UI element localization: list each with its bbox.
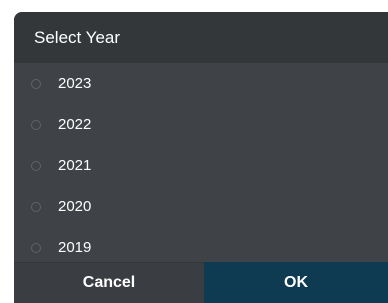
cancel-button[interactable]: Cancel <box>14 262 204 303</box>
year-option-2019[interactable]: 2019 <box>14 227 388 262</box>
dialog-header: Select Year <box>14 12 388 63</box>
year-option-label: 2023 <box>58 75 92 92</box>
year-option-label: 2020 <box>58 198 92 215</box>
ok-button[interactable]: OK <box>204 262 388 303</box>
year-option-label: 2022 <box>58 116 92 133</box>
radio-unchecked-icon[interactable] <box>31 201 41 212</box>
year-options-list[interactable]: 2023 2022 2021 2020 2019 <box>14 63 388 262</box>
year-option-label: 2019 <box>58 239 92 256</box>
year-option-2023[interactable]: 2023 <box>14 63 388 104</box>
select-year-dialog: Select Year 2023 2022 2021 2020 2019 Can… <box>14 12 388 303</box>
dialog-footer: Cancel OK <box>14 262 388 303</box>
radio-unchecked-icon[interactable] <box>31 78 41 89</box>
dialog-title: Select Year <box>34 27 121 47</box>
radio-unchecked-icon[interactable] <box>31 119 41 130</box>
year-option-2020[interactable]: 2020 <box>14 186 388 227</box>
year-option-2022[interactable]: 2022 <box>14 104 388 145</box>
radio-unchecked-icon[interactable] <box>31 160 41 171</box>
year-option-label: 2021 <box>58 157 92 174</box>
radio-unchecked-icon[interactable] <box>31 242 41 253</box>
year-option-2021[interactable]: 2021 <box>14 145 388 186</box>
